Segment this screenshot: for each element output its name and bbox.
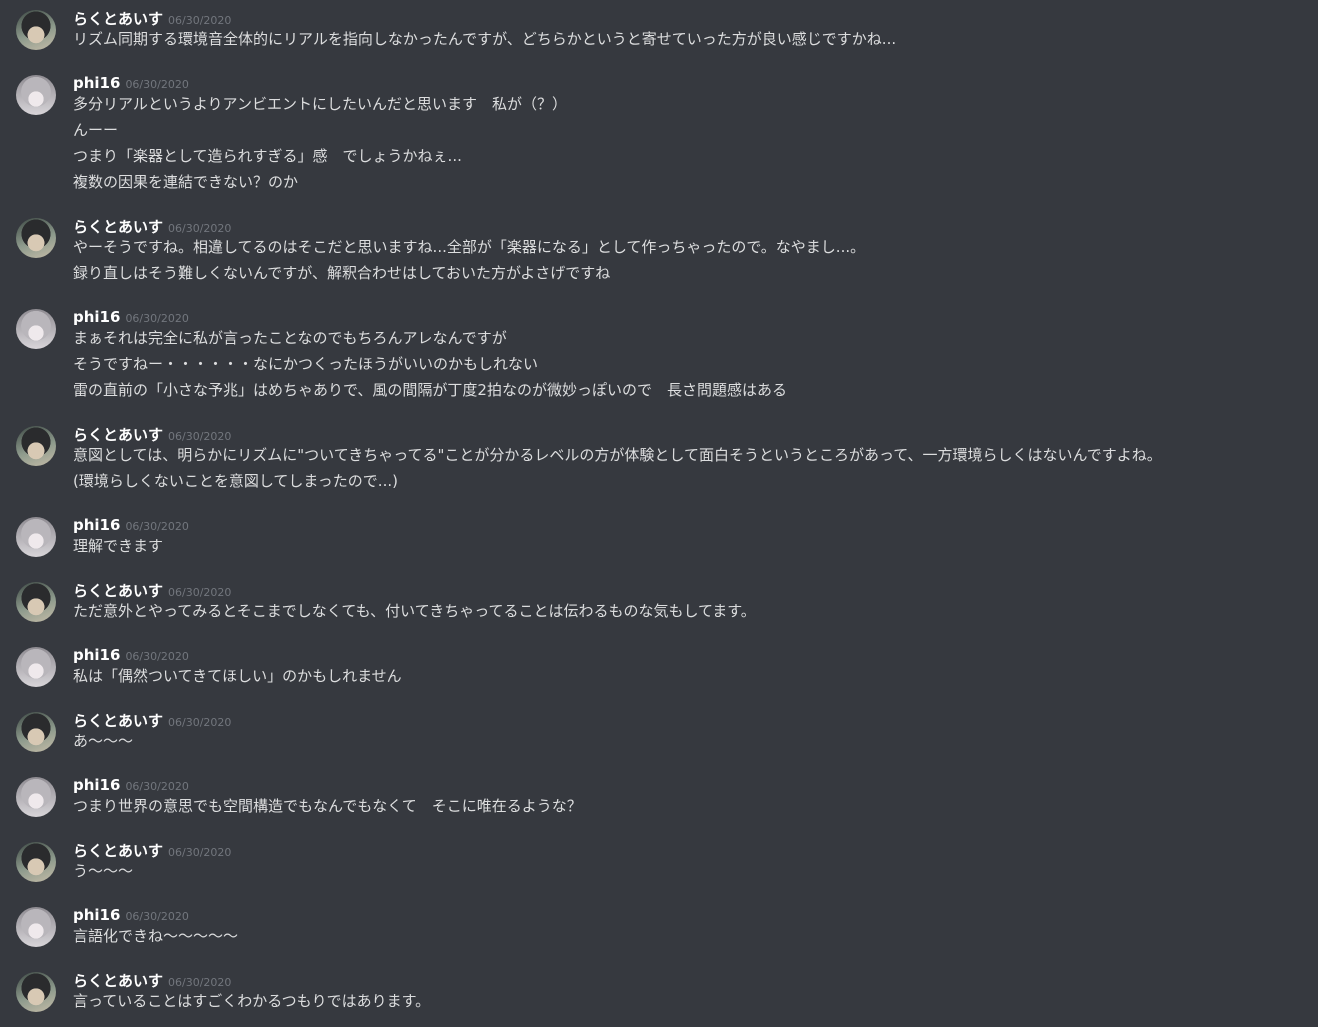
raku-avatar[interactable] <box>16 582 56 622</box>
username[interactable]: phi16 <box>73 74 120 92</box>
raku-avatar[interactable] <box>16 426 56 466</box>
message-text: 言っていることはすごくわかるつもりではあります。 <box>73 992 431 1010</box>
phi-avatar[interactable] <box>16 75 56 115</box>
username[interactable]: らくとあいす <box>73 972 163 990</box>
timestamp: 06/30/2020 <box>125 312 189 325</box>
message-body: つまり世界の意思でも空間構造でもなんでもなくて そこに唯在るような？ <box>73 795 582 821</box>
timestamp: 06/30/2020 <box>168 430 232 443</box>
username[interactable]: らくとあいす <box>73 218 163 236</box>
raku-avatar[interactable] <box>16 842 56 882</box>
message-text: つまり「楽器として造られすぎる」感 でしょうかねぇ... <box>73 147 462 165</box>
message-body: 言っていることはすごくわかるつもりではあります。 <box>73 990 430 1016</box>
timestamp: 06/30/2020 <box>168 976 232 989</box>
message-text: 録り直しはそう難しくないんですが、解釈合わせはしておいた方がよさげですね <box>73 264 611 282</box>
message-text: う〜〜〜 <box>73 862 134 880</box>
username[interactable]: phi16 <box>73 516 120 534</box>
message-header: phi16 06/30/2020 <box>73 73 189 93</box>
message-text: 多分リアルというよりアンビエントにしたいんだと思います 私が（？） <box>73 95 567 113</box>
username[interactable]: phi16 <box>73 776 120 794</box>
timestamp: 06/30/2020 <box>168 846 232 859</box>
username[interactable]: phi16 <box>73 308 120 326</box>
timestamp: 06/30/2020 <box>168 716 232 729</box>
message-text: リズム同期する環境音全体的にリアルを指向しなかったんですが、どちらかというと寄せ… <box>73 30 897 48</box>
message-header: らくとあいす 06/30/2020 <box>73 970 231 990</box>
message-header: らくとあいす 06/30/2020 <box>73 580 231 600</box>
timestamp: 06/30/2020 <box>125 910 189 923</box>
message-body: う〜〜〜 <box>73 860 133 886</box>
timestamp: 06/30/2020 <box>125 520 189 533</box>
message-header: らくとあいす 06/30/2020 <box>73 216 231 236</box>
username[interactable]: らくとあいす <box>73 712 163 730</box>
message-header: phi16 06/30/2020 <box>73 307 189 327</box>
message-text: あ〜〜〜 <box>73 732 134 750</box>
timestamp: 06/30/2020 <box>168 586 232 599</box>
message-text: 雷の直前の「小さな予兆」はめちゃありで、風の間隔が丁度2拍なのが微妙っぽいので … <box>73 381 787 399</box>
message-text: 言語化できね〜〜〜〜〜 <box>73 927 239 945</box>
message-text: 私は「偶然ついてきてほしい」のかもしれません <box>73 667 402 685</box>
timestamp: 06/30/2020 <box>125 780 189 793</box>
message-text: そうですねー・・・・・・なにかつくったほうがいいのかもしれない <box>73 355 539 373</box>
message-header: らくとあいす 06/30/2020 <box>73 424 231 444</box>
username[interactable]: phi16 <box>73 646 120 664</box>
message-text: 意図としては、明らかにリズムに"ついてきちゃってる"ことが分かるレベルの方が体験… <box>73 446 1162 464</box>
message-body: やーそうですね。相違してるのはそこだと思いますね...全部が「楽器になる」として… <box>73 236 865 288</box>
timestamp: 06/30/2020 <box>125 78 189 91</box>
message-text: つまり世界の意思でも空間構造でもなんでもなくて そこに唯在るような？ <box>73 797 582 815</box>
message-header: らくとあいす 06/30/2020 <box>73 8 231 28</box>
phi-avatar[interactable] <box>16 309 56 349</box>
raku-avatar[interactable] <box>16 712 56 752</box>
timestamp: 06/30/2020 <box>125 650 189 663</box>
raku-avatar[interactable] <box>16 218 56 258</box>
message-text: んーー <box>73 121 119 139</box>
message-body: 意図としては、明らかにリズムに"ついてきちゃってる"ことが分かるレベルの方が体験… <box>73 444 1162 496</box>
message-text: ただ意外とやってみるとそこまでしなくても、付いてきちゃってることは伝わるものな気… <box>73 602 756 620</box>
phi-avatar[interactable] <box>16 907 56 947</box>
message-header: phi16 06/30/2020 <box>73 775 189 795</box>
message-header: phi16 06/30/2020 <box>73 515 189 535</box>
message-header: phi16 06/30/2020 <box>73 905 189 925</box>
message-text: まぁそれは完全に私が言ったことなのでもちろんアレなんですが <box>73 329 507 347</box>
timestamp: 06/30/2020 <box>168 14 232 27</box>
message-text: 理解できます <box>73 537 164 555</box>
message-body: リズム同期する環境音全体的にリアルを指向しなかったんですが、どちらかというと寄せ… <box>73 28 896 54</box>
phi-avatar[interactable] <box>16 647 56 687</box>
message-body: まぁそれは完全に私が言ったことなのでもちろんアレなんですがそうですねー・・・・・… <box>73 327 787 405</box>
message-body: 理解できます <box>73 535 163 561</box>
message-text: 複数の因果を連結できない？のか <box>73 173 299 191</box>
message-body: 言語化できね〜〜〜〜〜 <box>73 925 238 951</box>
message-header: らくとあいす 06/30/2020 <box>73 840 231 860</box>
phi-avatar[interactable] <box>16 517 56 557</box>
username[interactable]: らくとあいす <box>73 10 163 28</box>
timestamp: 06/30/2020 <box>168 222 232 235</box>
username[interactable]: らくとあいす <box>73 842 163 860</box>
message-body: ただ意外とやってみるとそこまでしなくても、付いてきちゃってることは伝わるものな気… <box>73 600 756 626</box>
message-header: phi16 06/30/2020 <box>73 645 189 665</box>
message-list: らくとあいす 06/30/2020 リズム同期する環境音全体的にリアルを指向しなかっ… <box>0 0 1318 1027</box>
message-header: らくとあいす 06/30/2020 <box>73 710 231 730</box>
raku-avatar[interactable] <box>16 10 56 50</box>
username[interactable]: phi16 <box>73 906 120 924</box>
username[interactable]: らくとあいす <box>73 426 163 444</box>
username[interactable]: らくとあいす <box>73 582 163 600</box>
raku-avatar[interactable] <box>16 972 56 1012</box>
message-text: やーそうですね。相違してるのはそこだと思いますね...全部が「楽器になる」として… <box>73 238 866 256</box>
message-body: 私は「偶然ついてきてほしい」のかもしれません <box>73 665 402 691</box>
message-body: あ〜〜〜 <box>73 730 133 756</box>
phi-avatar[interactable] <box>16 777 56 817</box>
message-text: (環境らしくないことを意図してしまったので...) <box>73 472 398 490</box>
message-body: 多分リアルというよりアンビエントにしたいんだと思います 私が（？） んーーつまり「… <box>73 93 567 197</box>
